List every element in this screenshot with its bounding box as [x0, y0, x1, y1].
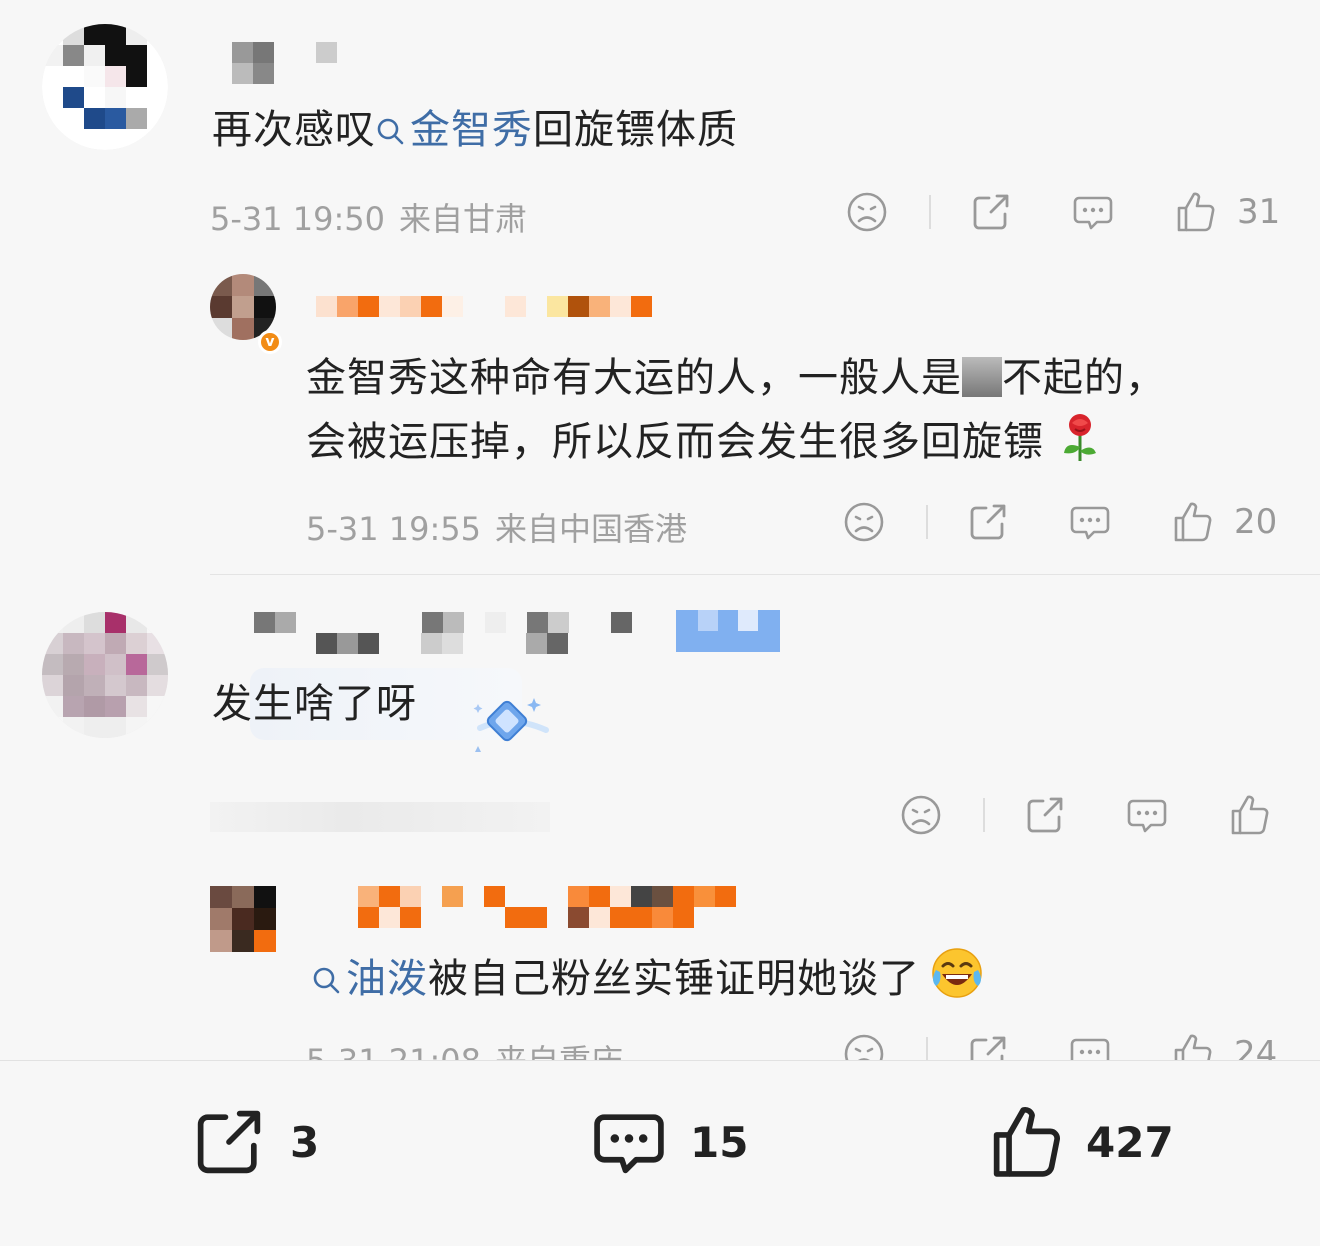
- bottom-action-bar: 3 15 427: [0, 1060, 1320, 1246]
- thumbs-up-icon: [1170, 1032, 1214, 1060]
- sad-face-icon: [845, 190, 889, 234]
- username-redacted-row2: [232, 63, 274, 84]
- redacted-char: [962, 357, 1002, 397]
- topic-label: 油泼: [346, 956, 428, 1002]
- sad-face-icon: [842, 500, 886, 544]
- like-button[interactable]: 24: [1170, 1032, 1277, 1060]
- comment-button[interactable]: 15: [590, 1103, 748, 1181]
- member-badge: [676, 610, 780, 652]
- like-count: 427: [1086, 1117, 1174, 1167]
- share-button[interactable]: [966, 1032, 1010, 1060]
- divider: [926, 1037, 928, 1060]
- like-button[interactable]: 427: [986, 1103, 1174, 1181]
- location: 来自中国香港: [495, 510, 688, 548]
- rose-icon: [1064, 414, 1096, 461]
- comment-text-plain: 再次感叹: [212, 107, 376, 153]
- search-icon: [312, 966, 340, 994]
- comment-actions: 24: [842, 1032, 1277, 1060]
- thumbs-up-icon: [993, 1107, 1060, 1177]
- thumbs-up-icon: [1170, 500, 1214, 544]
- redacted-meta: [210, 802, 550, 832]
- share-count: 3: [290, 1117, 320, 1167]
- avatar[interactable]: [42, 24, 168, 150]
- timestamp: 5-31 19:50: [210, 200, 386, 238]
- comment-actions: [899, 793, 1271, 837]
- comment-text: 再次感叹 金智秀回旋镖体质: [212, 98, 738, 162]
- topic-link[interactable]: 金智秀: [376, 107, 533, 153]
- avatar[interactable]: [42, 612, 168, 738]
- comment-feed: 再次感叹 金智秀回旋镖体质 5-31 19:50 来自甘肃 31 v 金智秀这种命有…: [0, 0, 1320, 1060]
- divider: [926, 505, 928, 539]
- dislike-button[interactable]: [842, 1032, 886, 1060]
- laughing-tears-icon: [932, 948, 982, 998]
- comment-meta: 5-31 19:50 来自甘肃: [210, 194, 527, 240]
- sad-face-icon: [899, 793, 943, 837]
- share-icon: [1023, 793, 1067, 837]
- like-count: 24: [1234, 1034, 1278, 1060]
- share-button[interactable]: [1023, 793, 1067, 837]
- reply-button[interactable]: [1125, 793, 1169, 837]
- divider: [929, 195, 931, 229]
- dislike-button[interactable]: [845, 190, 889, 234]
- comment-count: 15: [690, 1117, 749, 1167]
- comment-text: 油泼被自己粉丝实锤证明她谈了: [312, 946, 984, 1011]
- comment-meta: 5-31 19:55 来自中国香港: [306, 504, 687, 550]
- comment-icon: [594, 1114, 664, 1174]
- comment-actions: 31: [845, 190, 1280, 234]
- search-icon: [376, 117, 404, 145]
- sad-face-icon: [842, 1032, 886, 1060]
- share-icon: [197, 1110, 261, 1174]
- thumbs-up-icon: [1227, 793, 1271, 837]
- username-redacted[interactable]: [358, 886, 736, 907]
- like-count: 20: [1234, 502, 1278, 542]
- comment-icon: [1068, 1032, 1112, 1060]
- dislike-button[interactable]: [842, 500, 886, 544]
- comment-icon: [1071, 190, 1115, 234]
- comment-icon: [1125, 793, 1169, 837]
- username-redacted[interactable]: [254, 612, 653, 633]
- share-button[interactable]: 3: [190, 1103, 319, 1181]
- share-button[interactable]: [966, 500, 1010, 544]
- share-icon: [969, 190, 1013, 234]
- topic-link[interactable]: 油泼: [312, 956, 428, 1002]
- like-button[interactable]: 20: [1170, 500, 1277, 544]
- comment-text: 发生啥了呀: [212, 672, 417, 736]
- thumbs-up-icon: [1173, 190, 1217, 234]
- comment-text-line2-label: 会被运压掉，所以反而会发生很多回旋镖: [306, 419, 1044, 465]
- comment-icon: [1068, 500, 1112, 544]
- timestamp: 5-31 19:55: [306, 510, 482, 548]
- comment-text-line2: 会被运压掉，所以反而会发生很多回旋镖: [306, 410, 1102, 474]
- dislike-button[interactable]: [899, 793, 943, 837]
- reply-button[interactable]: [1071, 190, 1115, 234]
- share-icon: [966, 500, 1010, 544]
- comment-text-line1-after: 不起的，: [1002, 355, 1166, 401]
- comment-text-after: 回旋镖体质: [533, 107, 738, 153]
- divider: [983, 798, 985, 832]
- username-redacted-row2: [316, 633, 568, 654]
- avatar[interactable]: [210, 886, 276, 952]
- like-button[interactable]: 31: [1173, 190, 1280, 234]
- comment-actions: 20: [842, 500, 1277, 544]
- thread-divider: [210, 574, 1320, 575]
- diamond-badge-icon: [473, 698, 549, 752]
- reply-button[interactable]: [1068, 1032, 1112, 1060]
- username-redacted-row2: [358, 907, 694, 928]
- share-icon: [966, 1032, 1010, 1060]
- location: 来自甘肃: [399, 200, 528, 238]
- comment-text: 金智秀这种命有大运的人，一般人是 不起的，: [306, 346, 1166, 410]
- comment-text-label: 发生啥了呀: [212, 681, 417, 727]
- share-button[interactable]: [969, 190, 1013, 234]
- comment-text-line1: 金智秀这种命有大运的人，一般人是: [306, 355, 962, 401]
- comment-meta: 5-31 21:08 来自重庆: [306, 1036, 623, 1060]
- verified-badge-icon: v: [258, 330, 282, 354]
- topic-label: 金智秀: [410, 107, 533, 153]
- like-count: 31: [1237, 192, 1281, 232]
- comment-text-after: 被自己粉丝实锤证明她谈了: [428, 956, 920, 1002]
- username-redacted[interactable]: [316, 296, 652, 317]
- username-redacted[interactable]: [232, 42, 337, 63]
- reply-button[interactable]: [1068, 500, 1112, 544]
- timestamp: 5-31 21:08: [306, 1042, 481, 1060]
- location: 来自重庆: [495, 1042, 623, 1060]
- like-button[interactable]: [1227, 793, 1271, 837]
